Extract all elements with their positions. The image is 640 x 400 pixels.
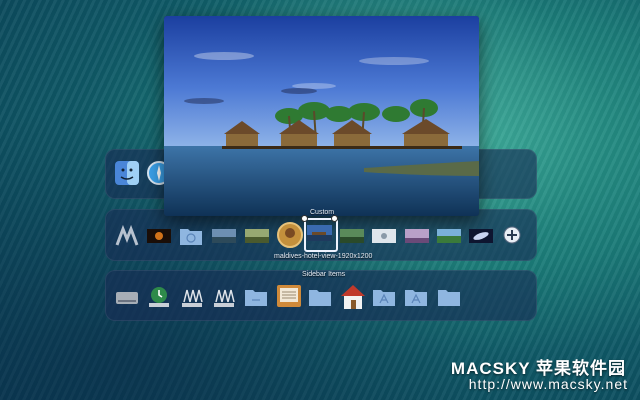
applications-folder-icon[interactable]	[371, 284, 397, 310]
shared-folder-icon[interactable]	[243, 284, 269, 310]
resize-handle[interactable]	[301, 215, 308, 222]
stack-title: Custom	[310, 209, 335, 216]
network-drive-icon[interactable]	[211, 284, 237, 310]
photo-thumbnail-icon[interactable]	[211, 223, 237, 249]
watermark-url: http://www.macsky.net	[468, 376, 628, 392]
image-preview	[164, 16, 479, 216]
selection-frame	[304, 218, 338, 252]
folder-icon[interactable]	[307, 284, 333, 310]
photo-thumbnail-icon[interactable]	[339, 223, 365, 249]
folder-icon[interactable]	[436, 284, 462, 310]
photo-thumbnail-icon[interactable]	[146, 223, 172, 249]
applications-folder-icon[interactable]	[403, 284, 429, 310]
photo-thumbnail-icon[interactable]	[244, 223, 270, 249]
photo-thumbnail-icon[interactable]	[404, 223, 430, 249]
safari-icon[interactable]	[146, 160, 166, 186]
home-icon[interactable]	[339, 283, 367, 310]
folder-icon[interactable]	[178, 223, 204, 249]
documents-box-icon[interactable]	[275, 282, 303, 310]
add-item-button[interactable]	[503, 226, 521, 244]
galaxy-thumbnail-icon[interactable]	[468, 223, 494, 249]
maldives-photo	[164, 16, 479, 216]
photo-thumbnail-icon[interactable]	[371, 223, 397, 249]
photo-thumbnail-icon[interactable]	[436, 223, 462, 249]
network-drive-icon[interactable]	[179, 284, 205, 310]
selected-item-caption: maldives-hotel-view-1920x1200	[274, 253, 373, 260]
resize-handle[interactable]	[331, 215, 338, 222]
launchpad-rocket-icon[interactable]	[114, 223, 140, 249]
time-machine-drive-icon[interactable]	[146, 284, 172, 310]
finder-icon[interactable]	[114, 160, 140, 186]
contact-photo-icon[interactable]	[276, 221, 304, 249]
sidebar-items-title: Sidebar Items	[302, 271, 346, 278]
hard-drive-icon[interactable]	[114, 284, 140, 310]
